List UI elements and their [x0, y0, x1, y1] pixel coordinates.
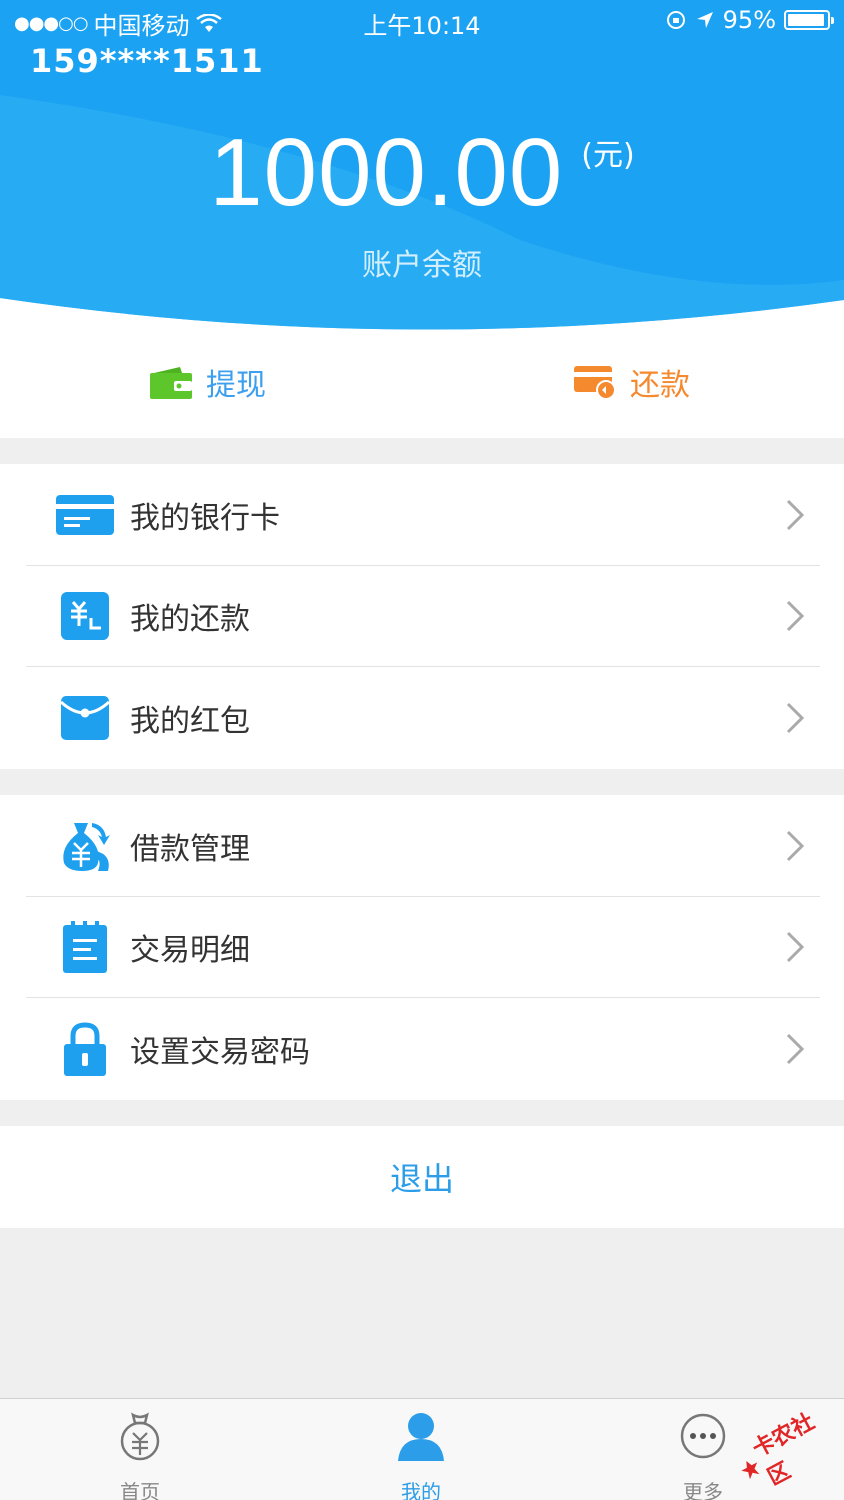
quick-actions: 提现 还款	[0, 330, 844, 438]
money-bag-icon	[56, 817, 114, 875]
tab-bar: 首页 我的 更多	[0, 1398, 844, 1500]
red-envelope-icon	[56, 689, 114, 747]
chevron-right-icon	[786, 499, 805, 530]
withdraw-button[interactable]: 提现	[150, 352, 266, 412]
chevron-right-icon	[786, 703, 805, 734]
menu-item-red-envelope[interactable]: 我的红包	[0, 667, 844, 769]
repayment-icon	[56, 587, 114, 645]
chevron-right-icon	[786, 830, 805, 861]
status-bar: ●●●○○ 中国移动 上午10:14 95%	[0, 0, 844, 42]
menu-group-account: 我的银行卡 我的还款 我的红包	[0, 464, 844, 769]
menu-label: 我的红包	[130, 704, 250, 740]
menu-group-management: 借款管理 交易明细 设置交易密码	[0, 795, 844, 1100]
bank-card-icon	[56, 486, 114, 544]
tab-label: 首页	[120, 1480, 160, 1500]
tab-home[interactable]: 首页	[80, 1411, 200, 1500]
chevron-right-icon	[786, 1034, 805, 1065]
wallet-icon	[150, 367, 192, 399]
balance-unit: (元)	[581, 138, 635, 173]
menu-label: 借款管理	[130, 831, 250, 867]
menu-item-bank-card[interactable]: 我的银行卡	[0, 464, 844, 566]
repay-button[interactable]: 还款	[574, 352, 690, 412]
menu-label: 我的银行卡	[130, 500, 280, 536]
phone-number: 159****1511	[30, 42, 264, 80]
rotation-lock-icon	[666, 11, 685, 29]
location-arrow-icon	[696, 12, 713, 28]
tab-label: 我的	[401, 1480, 441, 1500]
tab-mine[interactable]: 我的	[361, 1411, 481, 1500]
repay-label: 还款	[630, 368, 690, 403]
battery-icon	[784, 10, 834, 30]
balance-amount: 1000.00	[209, 119, 564, 226]
menu-item-set-password[interactable]: 设置交易密码	[0, 998, 844, 1100]
chevron-right-icon	[786, 601, 805, 632]
credit-card-refund-icon	[574, 366, 616, 400]
more-dots-icon	[680, 1413, 726, 1459]
balance-display: 1000.00 (元)	[0, 118, 844, 228]
notepad-icon	[56, 918, 114, 976]
menu-item-loan-management[interactable]: 借款管理	[0, 795, 844, 897]
battery-percent: 95%	[722, 6, 776, 34]
lock-icon	[56, 1020, 114, 1078]
money-bag-outline-icon	[120, 1412, 160, 1461]
chevron-right-icon	[786, 932, 805, 963]
menu-label: 交易明细	[130, 933, 250, 969]
logout-button[interactable]: 退出	[0, 1126, 844, 1228]
menu-label: 设置交易密码	[130, 1035, 310, 1071]
menu-label: 我的还款	[130, 602, 250, 638]
withdraw-label: 提现	[206, 368, 266, 403]
menu-item-repayment[interactable]: 我的还款	[0, 566, 844, 668]
balance-label: 账户余额	[362, 248, 482, 283]
account-header: ●●●○○ 中国移动 上午10:14 95% 159****1511 1000.…	[0, 0, 844, 340]
menu-item-transaction-details[interactable]: 交易明细	[0, 897, 844, 999]
user-icon	[398, 1413, 444, 1461]
